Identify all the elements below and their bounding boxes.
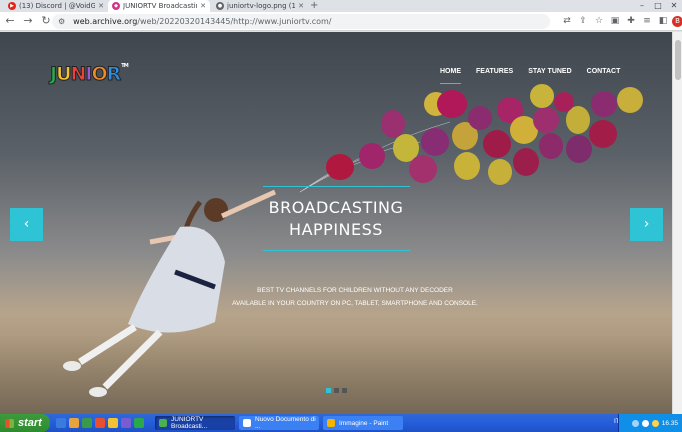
address-bar[interactable]: ⚙ web.archive.org /web/20220320143445/ht… [52, 14, 550, 29]
browser-toolbar: ← → ↻ ⚙ web.archive.org /web/20220320143… [0, 12, 682, 31]
toolbar-actions: ⇄ ⇪ ☆ ▣ ✚ ≡ ◧ B ⋮ [560, 14, 682, 28]
tab-title: juniortv-logo.png (164× [227, 2, 296, 10]
junior-logo[interactable]: J U N I O R TM [49, 63, 128, 86]
app-icon[interactable] [121, 418, 131, 428]
tab-title: JUNIORTV Broadcasting [123, 2, 198, 10]
carousel-indicators [326, 388, 350, 393]
site-info-icon[interactable]: ⚙ [58, 17, 65, 26]
hero-divider-bottom [263, 250, 410, 251]
youtube-icon: ▶ [8, 2, 16, 10]
hero-title-line: HAPPINESS [289, 220, 383, 239]
webpage-hero: J U N I O R TM HOME FEATURES STAY TUNED … [0, 32, 672, 414]
hero-subtitle-line: AVAILABLE IN YOUR COUNTRY ON PC, TABLET,… [232, 300, 478, 307]
logo-trademark: TM [121, 63, 128, 69]
carousel-dot[interactable] [334, 388, 339, 393]
clock[interactable]: 16.35 [662, 420, 678, 427]
taskbar-item-browser[interactable]: JUNIORTV Broadcasti... [155, 416, 235, 430]
task-label: JUNIORTV Broadcasti... [171, 416, 208, 430]
vlc-icon[interactable] [95, 418, 105, 428]
carousel-next-button[interactable]: › [630, 208, 663, 241]
notepad-icon [243, 419, 251, 427]
window-controls: – □ ✕ [634, 0, 682, 12]
translate-icon[interactable]: ⇄ [560, 14, 574, 28]
firefox-icon[interactable] [69, 418, 79, 428]
taskbar-item-notepad[interactable]: Nuovo Documento di ... [239, 416, 319, 430]
nav-contact[interactable]: CONTACT [587, 68, 621, 84]
browser-tab-strip: ▶ (13) Discord | @VoidGod ✕ ◆ JUNIORTV B… [0, 0, 682, 12]
logo-letter: R [106, 63, 122, 86]
site-navigation: HOME FEATURES STAY TUNED CONTACT [440, 68, 635, 84]
taskbar-item-paint[interactable]: Immagine - Paint [323, 416, 403, 430]
close-window-button[interactable]: ✕ [666, 0, 682, 12]
extensions-puzzle-icon[interactable]: ✚ [624, 14, 638, 28]
profile-avatar[interactable]: B [672, 15, 682, 27]
extension-icon[interactable]: ▣ [608, 14, 622, 28]
nav-features[interactable]: FEATURES [476, 68, 513, 84]
side-panel-icon[interactable]: ◧ [656, 14, 670, 28]
folder-icon[interactable] [108, 418, 118, 428]
security-icon[interactable] [651, 419, 659, 427]
task-label: Immagine - Paint [339, 419, 389, 427]
bookmark-star-icon[interactable]: ☆ [592, 14, 606, 28]
volume-icon[interactable] [641, 419, 649, 427]
scrollbar-thumb[interactable] [675, 40, 681, 80]
close-tab-icon[interactable]: ✕ [200, 2, 206, 10]
web-archive-icon: ◆ [112, 2, 120, 10]
logo-letter: O [91, 63, 108, 86]
hero-subtitle: BEST TV CHANNELS FOR CHILDREN WITHOUT AN… [200, 284, 510, 310]
windows-taskbar: start JUNIORTV Broadcasti... Nuovo Docum… [0, 414, 682, 432]
url-path: /web/20220320143445/http://www.juniortv.… [137, 17, 332, 26]
tab-juniortv[interactable]: ◆ JUNIORTV Broadcasting ✕ [108, 0, 210, 12]
carousel-prev-button[interactable]: ‹ [10, 208, 43, 241]
close-tab-icon[interactable]: ✕ [298, 2, 304, 10]
system-tray: 16.35 [618, 414, 682, 432]
reading-list-icon[interactable]: ≡ [640, 14, 654, 28]
tab-logo-image[interactable]: ● juniortv-logo.png (164× ✕ [212, 0, 308, 12]
network-icon[interactable] [631, 419, 639, 427]
carousel-dot[interactable] [342, 388, 347, 393]
ie-icon[interactable] [56, 418, 66, 428]
page-scrollbar[interactable] [672, 32, 682, 414]
tab-discord[interactable]: ▶ (13) Discord | @VoidGod ✕ [4, 0, 108, 12]
logo-letter: N [70, 63, 87, 86]
carousel-dot[interactable] [326, 388, 331, 393]
globe-icon: ● [216, 2, 224, 10]
minimize-button[interactable]: – [634, 0, 650, 12]
logo-letter: U [56, 63, 73, 86]
app-icon[interactable] [134, 418, 144, 428]
maximize-button[interactable]: □ [650, 0, 666, 12]
back-button[interactable]: ← [2, 13, 18, 29]
start-button[interactable]: start [0, 414, 50, 432]
hero-title: BROADCASTING HAPPINESS [220, 197, 452, 241]
windows-logo-icon [5, 418, 14, 428]
paint-icon [327, 419, 335, 427]
nav-home[interactable]: HOME [440, 68, 461, 84]
url-host: web.archive.org [73, 17, 138, 26]
forward-button[interactable]: → [20, 13, 36, 29]
nav-stay-tuned[interactable]: STAY TUNED [528, 68, 571, 84]
start-label: start [18, 417, 42, 429]
hero-subtitle-line: BEST TV CHANNELS FOR CHILDREN WITHOUT AN… [257, 287, 453, 294]
quick-launch [56, 418, 147, 428]
close-tab-icon[interactable]: ✕ [98, 2, 104, 10]
hero-divider-top [263, 186, 410, 187]
task-label: Nuovo Documento di ... [255, 416, 316, 430]
chrome-icon[interactable] [82, 418, 92, 428]
tab-title: (13) Discord | @VoidGod [19, 2, 96, 10]
new-tab-button[interactable]: + [310, 0, 318, 12]
share-icon[interactable]: ⇪ [576, 14, 590, 28]
hero-title-line: BROADCASTING [268, 198, 404, 217]
chrome-icon [159, 419, 167, 427]
